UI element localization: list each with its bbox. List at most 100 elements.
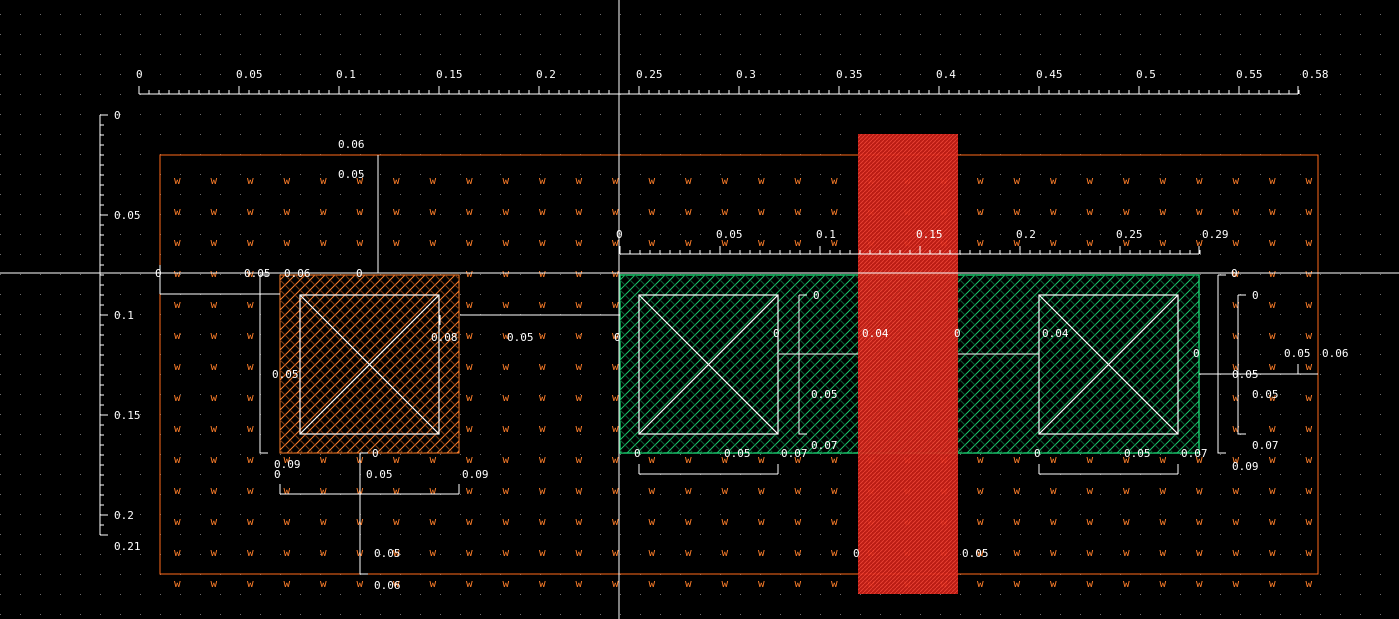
ruler-label: 0.15 bbox=[916, 228, 943, 241]
well-marker: w bbox=[576, 422, 583, 435]
well-marker: w bbox=[393, 453, 400, 466]
well-marker: w bbox=[1050, 515, 1057, 528]
poly-gate[interactable] bbox=[858, 134, 958, 594]
well-marker: w bbox=[1087, 174, 1094, 187]
well-marker: w bbox=[576, 360, 583, 373]
well-marker: w bbox=[576, 236, 583, 249]
well-marker: w bbox=[1087, 577, 1094, 590]
ruler-label: 0.5 bbox=[1136, 68, 1156, 81]
ruler-label: 0 bbox=[136, 68, 143, 81]
dim-label: 0 bbox=[372, 447, 379, 460]
dim-label: 0 bbox=[1252, 289, 1259, 302]
dim-label: 0.05 bbox=[507, 331, 534, 344]
well-marker: w bbox=[539, 546, 546, 559]
well-marker: w bbox=[1123, 484, 1130, 497]
dim-label: 0 bbox=[954, 327, 961, 340]
well-marker: w bbox=[685, 515, 692, 528]
well-marker: w bbox=[649, 205, 656, 218]
well-marker: w bbox=[320, 453, 327, 466]
well-marker: w bbox=[1233, 546, 1240, 559]
well-marker: w bbox=[758, 515, 765, 528]
well-marker: w bbox=[795, 174, 802, 187]
well-marker: w bbox=[430, 174, 437, 187]
well-marker: w bbox=[211, 298, 218, 311]
well-marker: w bbox=[503, 298, 510, 311]
well-marker: w bbox=[795, 205, 802, 218]
well-marker: w bbox=[612, 484, 619, 497]
well-marker: w bbox=[758, 546, 765, 559]
well-marker: w bbox=[1050, 546, 1057, 559]
well-marker: w bbox=[612, 422, 619, 435]
well-marker: w bbox=[466, 298, 473, 311]
well-marker: w bbox=[430, 577, 437, 590]
well-marker: w bbox=[1087, 453, 1094, 466]
dim-label: 0.06 bbox=[1322, 347, 1349, 360]
dim-label: 0.06 bbox=[284, 267, 311, 280]
well-marker: w bbox=[539, 205, 546, 218]
well-marker: w bbox=[247, 577, 254, 590]
dim-label: 0.07 bbox=[811, 439, 838, 452]
well-marker: w bbox=[1014, 484, 1021, 497]
well-marker: w bbox=[1269, 577, 1276, 590]
well-marker: w bbox=[831, 205, 838, 218]
dim-label: 0 bbox=[155, 267, 162, 280]
well-marker: w bbox=[1306, 422, 1313, 435]
well-marker: w bbox=[539, 453, 546, 466]
well-marker: w bbox=[576, 577, 583, 590]
well-marker: w bbox=[795, 515, 802, 528]
well-marker: w bbox=[1306, 236, 1313, 249]
well-marker: w bbox=[320, 515, 327, 528]
well-marker: w bbox=[247, 484, 254, 497]
well-marker: w bbox=[685, 236, 692, 249]
well-marker: w bbox=[576, 453, 583, 466]
well-marker: w bbox=[539, 298, 546, 311]
well-marker: w bbox=[539, 329, 546, 342]
well-marker: w bbox=[284, 515, 291, 528]
well-marker: w bbox=[1306, 298, 1313, 311]
well-marker: w bbox=[393, 236, 400, 249]
well-marker: w bbox=[247, 329, 254, 342]
well-marker: w bbox=[685, 546, 692, 559]
well-marker: w bbox=[430, 484, 437, 497]
dim-label: 0.05 bbox=[366, 468, 393, 481]
well-marker: w bbox=[1160, 174, 1167, 187]
well-marker: w bbox=[831, 515, 838, 528]
well-marker: w bbox=[1269, 422, 1276, 435]
dim-label: 0.05 bbox=[1252, 388, 1279, 401]
well-marker: w bbox=[284, 577, 291, 590]
well-marker: w bbox=[174, 329, 181, 342]
well-marker: w bbox=[174, 205, 181, 218]
well-marker: w bbox=[1160, 236, 1167, 249]
dim-label: 0.05 bbox=[272, 368, 299, 381]
dim-label: 0.05 bbox=[374, 547, 401, 560]
well-marker: w bbox=[211, 484, 218, 497]
well-marker: w bbox=[357, 236, 364, 249]
dim-label: 0 bbox=[773, 327, 780, 340]
dim-label: 0 bbox=[274, 468, 281, 481]
well-marker: w bbox=[831, 453, 838, 466]
well-marker: w bbox=[211, 422, 218, 435]
well-marker: w bbox=[284, 236, 291, 249]
well-marker: w bbox=[503, 453, 510, 466]
well-marker: w bbox=[1269, 298, 1276, 311]
well-marker: w bbox=[1233, 205, 1240, 218]
well-marker: w bbox=[977, 174, 984, 187]
ruler-label: 0.05 bbox=[236, 68, 263, 81]
ruler-label: 0.45 bbox=[1036, 68, 1063, 81]
well-marker: w bbox=[466, 329, 473, 342]
well-marker: w bbox=[320, 236, 327, 249]
dim-label: 0.05 bbox=[1232, 368, 1259, 381]
well-marker: w bbox=[466, 484, 473, 497]
well-marker: w bbox=[1306, 577, 1313, 590]
well-marker: w bbox=[1050, 174, 1057, 187]
well-marker: w bbox=[722, 174, 729, 187]
well-marker: w bbox=[758, 236, 765, 249]
well-marker: w bbox=[430, 546, 437, 559]
well-marker: w bbox=[503, 360, 510, 373]
dim-label: 0.05 bbox=[1284, 347, 1311, 360]
well-marker: w bbox=[211, 236, 218, 249]
well-marker: w bbox=[612, 205, 619, 218]
well-marker: w bbox=[503, 546, 510, 559]
well-marker: w bbox=[1196, 515, 1203, 528]
layout-canvas[interactable]: w w w w w w w w w w w w w w w w w w w w w w w w w w w w w w w w w w w w w w w w… bbox=[0, 0, 1399, 619]
